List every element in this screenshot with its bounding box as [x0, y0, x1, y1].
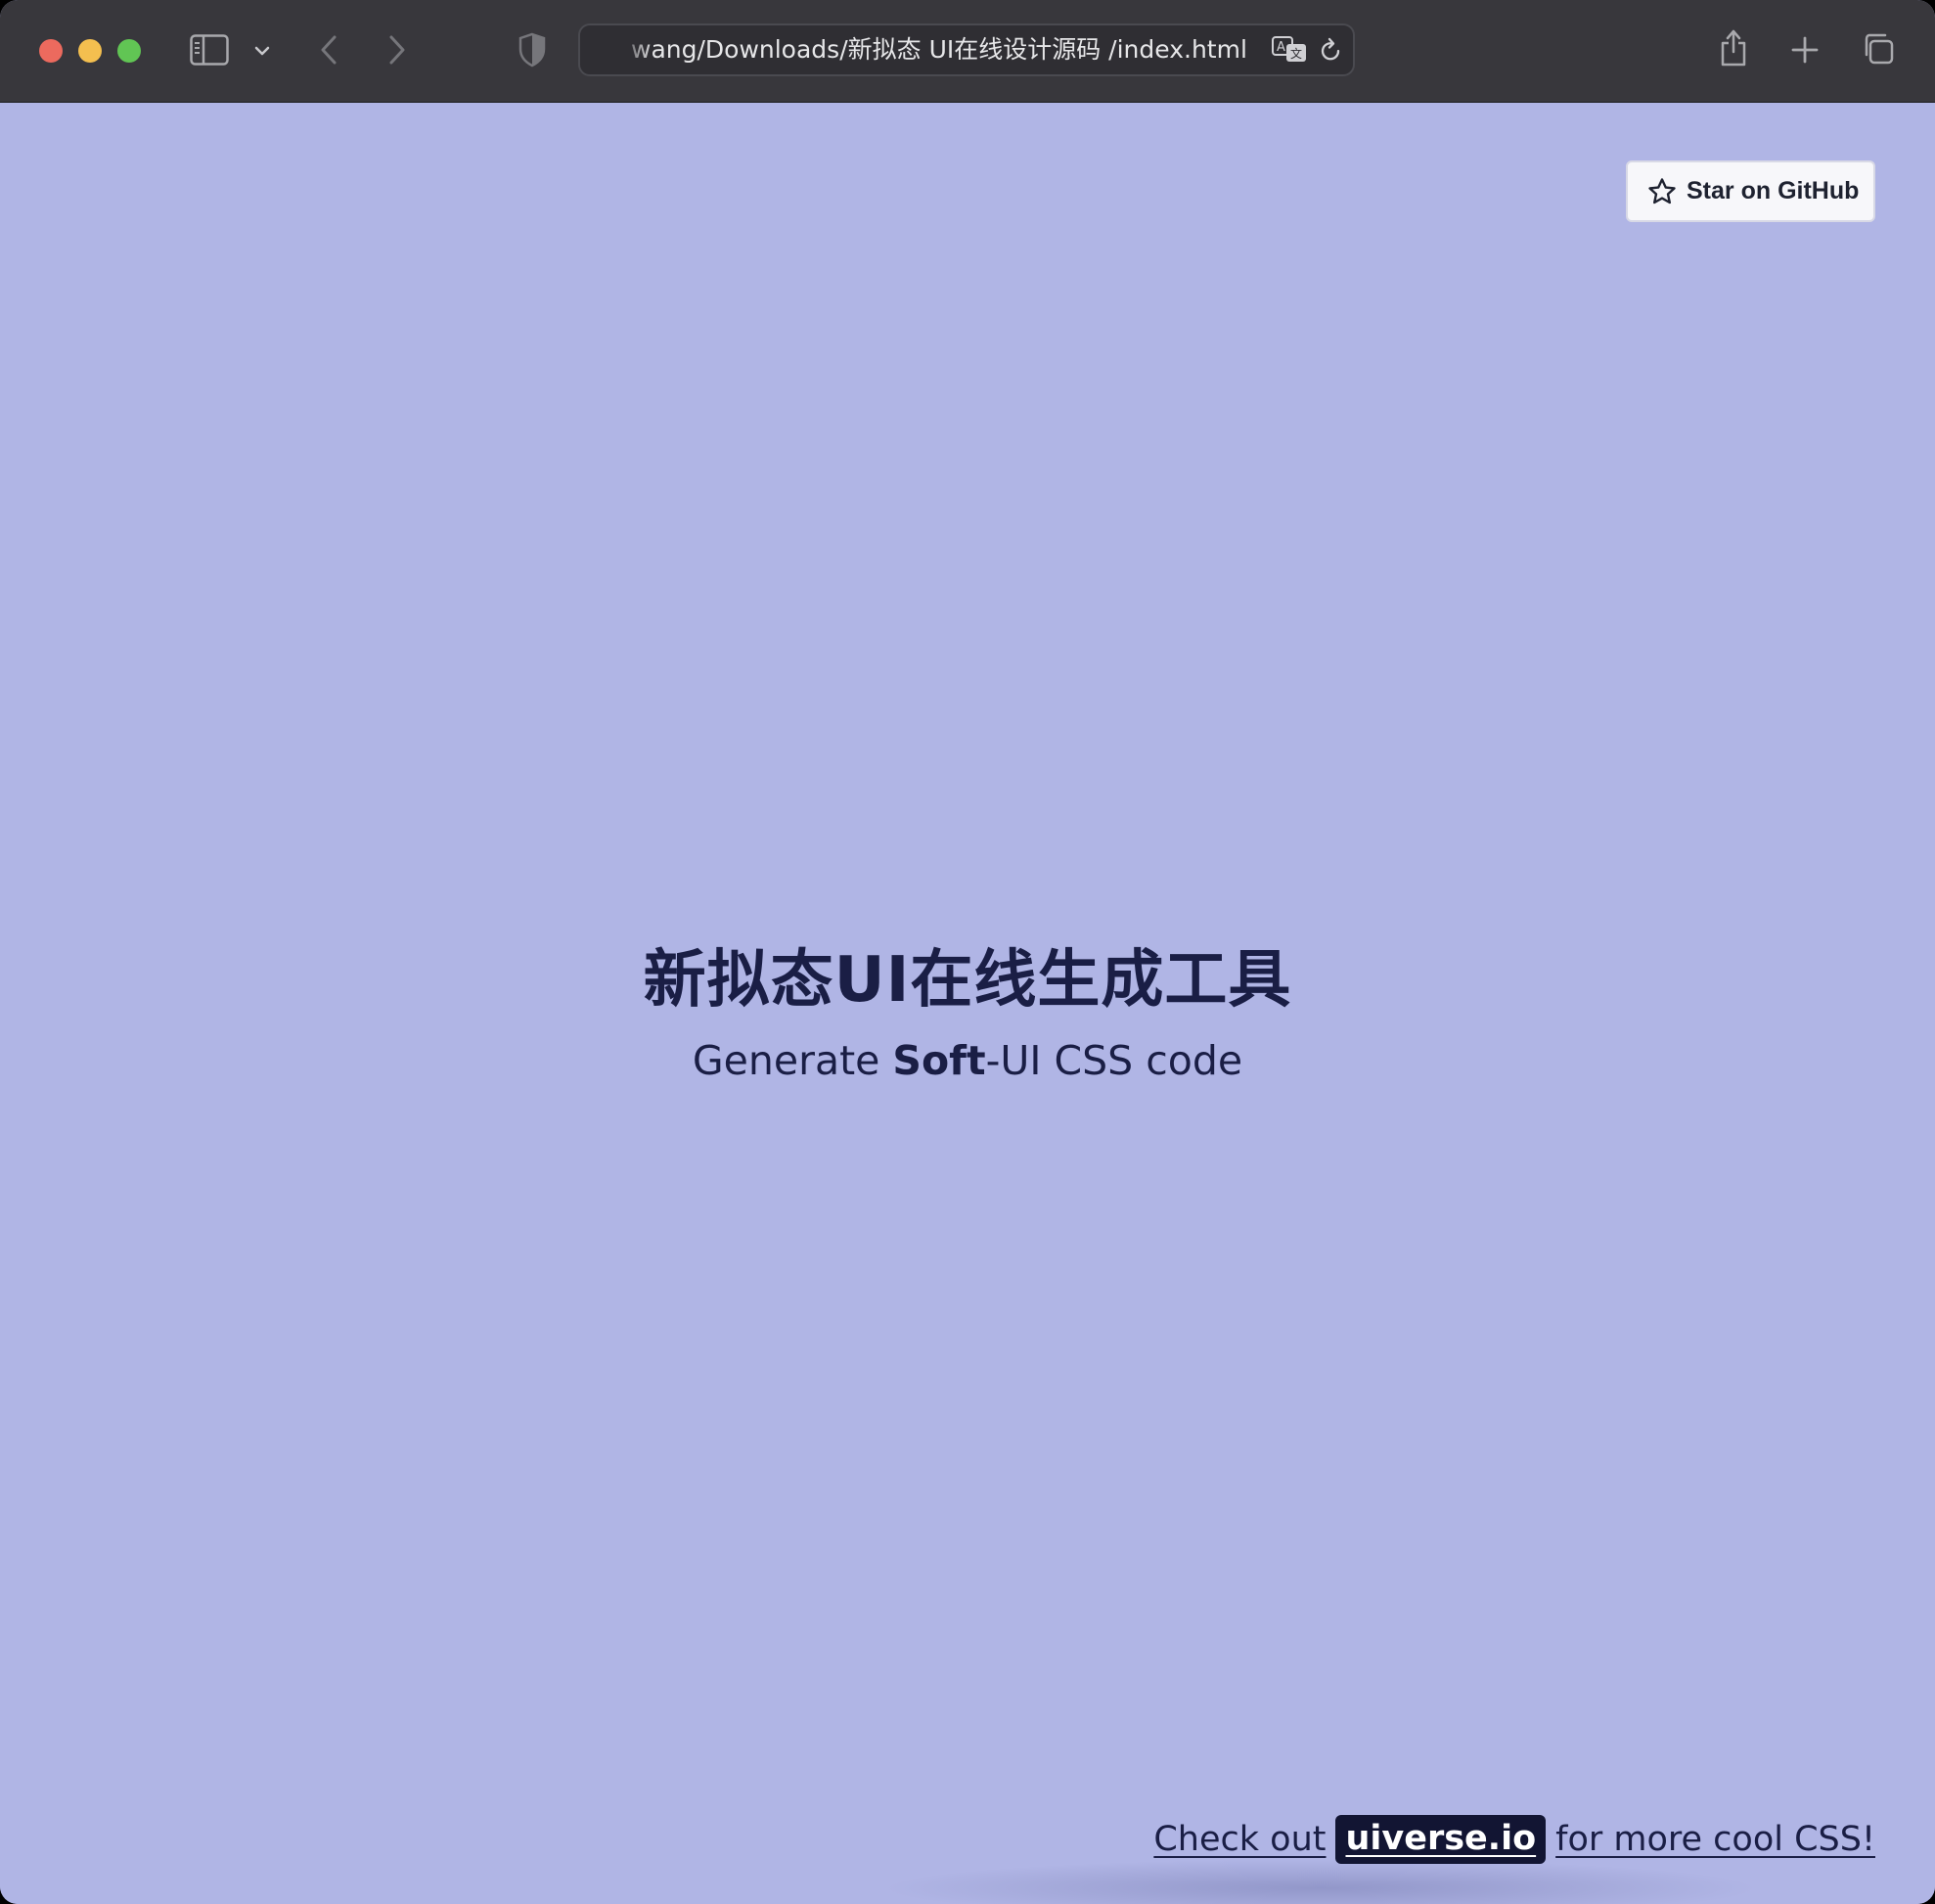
browser-toolbar: wang/Downloads/新拟态 UI在线设计源码 /index.html … — [0, 0, 1935, 103]
back-arrow-icon[interactable] — [315, 33, 342, 67]
star-icon — [1648, 177, 1676, 204]
reload-icon[interactable] — [1318, 35, 1343, 65]
page-subtitle: Generate Soft-UI CSS code — [0, 1037, 1935, 1084]
bottom-shadow — [880, 1859, 1761, 1904]
plus-icon[interactable] — [1790, 35, 1820, 65]
browser-window: wang/Downloads/新拟态 UI在线设计源码 /index.html … — [0, 0, 1935, 1904]
footer-prefix: Check out — [1153, 1820, 1327, 1859]
chevron-down-icon[interactable] — [252, 41, 272, 61]
page-content: Star on GitHub 新拟态UI在线生成工具 Generate Soft… — [0, 103, 1935, 1904]
svg-text:A: A — [1277, 40, 1285, 55]
uiverse-link[interactable]: uiverse.io — [1335, 1815, 1547, 1864]
subtitle-suffix: -UI CSS code — [985, 1037, 1243, 1084]
maximize-window-button[interactable] — [117, 39, 141, 63]
hero: 新拟态UI在线生成工具 Generate Soft-UI CSS code — [0, 929, 1935, 1084]
github-button-label: Star on GitHub — [1687, 177, 1860, 204]
translate-icon[interactable]: A 文 — [1271, 33, 1310, 67]
share-icon[interactable] — [1718, 27, 1749, 68]
forward-arrow-icon[interactable] — [383, 33, 411, 67]
star-on-github-button[interactable]: Star on GitHub — [1626, 160, 1875, 222]
subtitle-bold: Soft — [892, 1037, 986, 1084]
svg-text:文: 文 — [1290, 46, 1302, 61]
address-bar[interactable]: wang/Downloads/新拟态 UI在线设计源码 /index.html … — [578, 23, 1355, 76]
page-title: 新拟态UI在线生成工具 — [643, 944, 1292, 1017]
footer-suffix: for more cool CSS! — [1555, 1820, 1875, 1859]
subtitle-prefix: Generate — [692, 1037, 893, 1084]
address-fade — [615, 29, 654, 70]
tab-overview-icon[interactable] — [1861, 31, 1896, 67]
shield-icon[interactable] — [517, 31, 548, 68]
close-window-button[interactable] — [39, 39, 63, 63]
sidebar-icon[interactable] — [190, 33, 229, 67]
address-url[interactable]: wang/Downloads/新拟态 UI在线设计源码 /index.html — [631, 25, 1257, 74]
footer-link[interactable]: Check out uiverse.io for more cool CSS! — [1153, 1815, 1875, 1864]
minimize-window-button[interactable] — [78, 39, 102, 63]
